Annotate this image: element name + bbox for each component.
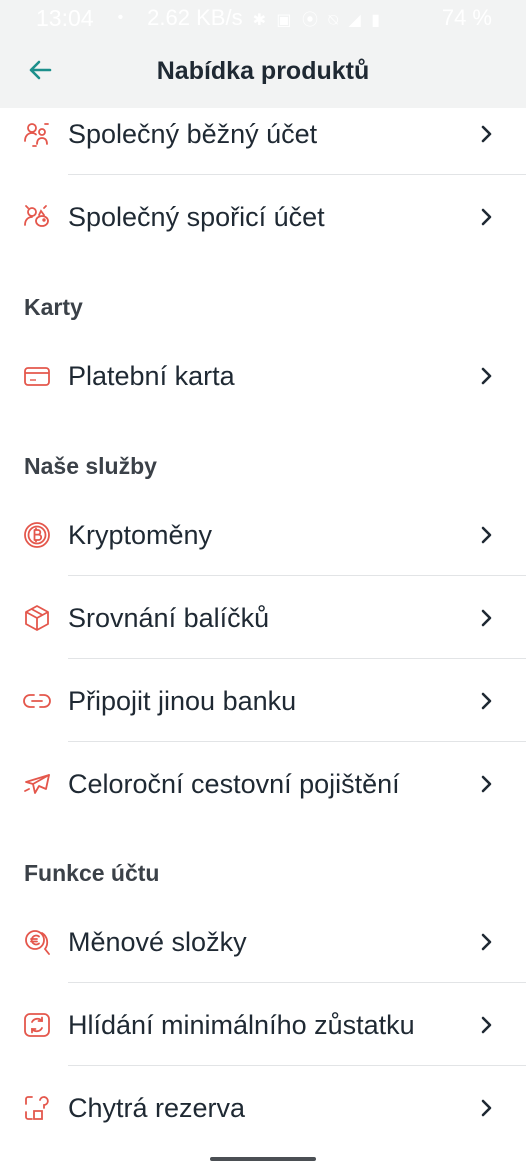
chevron-right-icon <box>476 690 498 712</box>
list-item-package-comparison[interactable]: Srovnání balíčků <box>0 577 526 659</box>
section-heading-account-features: Funkce účtu <box>24 860 160 886</box>
list-item-label: Měnové složky <box>68 926 247 957</box>
list-item-label: Společný běžný účet <box>68 118 318 149</box>
list-item-minimum-balance-watch[interactable]: Hlídání minimálního zůstatku <box>0 984 526 1066</box>
section-heading-services: Naše služby <box>24 453 157 479</box>
chevron-right-icon <box>476 524 498 546</box>
status-time: 13:04 <box>36 4 94 31</box>
chevron-right-icon <box>476 206 498 228</box>
status-network-speed: 2.62 KB/s <box>147 5 243 30</box>
bitcoin-icon <box>22 520 52 550</box>
chevron-right-icon <box>476 607 498 629</box>
chevron-right-icon <box>476 365 498 387</box>
section-heading-cards: Karty <box>24 294 83 320</box>
list-item-label: Společný spořicí účet <box>68 201 325 232</box>
back-button[interactable] <box>24 54 56 86</box>
list-item-payment-card[interactable]: Platební karta <box>0 335 526 417</box>
status-icons: ✱ ▣ ⦿ ⍉ ◢ ▮ <box>252 12 384 29</box>
status-battery: 74 % <box>441 5 492 30</box>
divider <box>68 982 526 983</box>
list-item-label: Celoroční cestovní pojištění <box>68 768 400 799</box>
status-dot: • <box>117 9 124 26</box>
divider <box>68 741 526 742</box>
list-item-currency-folders[interactable]: Měnové složky <box>0 901 526 983</box>
joint-savings-account-icon <box>22 202 52 232</box>
list-item-label: Platební karta <box>68 360 235 391</box>
list-item-label: Srovnání balíčků <box>68 602 270 633</box>
status-bar: 13:04 • 2.62 KB/s ✱ ▣ ⦿ ⍉ ◢ ▮ 74 % <box>0 0 526 36</box>
smart-reserve-icon <box>22 1093 52 1123</box>
joint-current-account-icon <box>22 119 52 149</box>
list-item-travel-insurance[interactable]: Celoroční cestovní pojištění <box>0 743 526 825</box>
list-item-label: Připojit jinou banku <box>68 685 297 716</box>
home-indicator[interactable] <box>210 1157 316 1161</box>
currency-folder-icon <box>22 927 52 957</box>
divider <box>68 174 526 175</box>
list-item-joint-current-account[interactable]: Společný běžný účet <box>0 93 526 175</box>
package-box-icon <box>22 603 52 633</box>
airplane-icon <box>22 769 52 799</box>
list-item-label: Hlídání minimálního zůstatku <box>68 1009 415 1040</box>
divider <box>68 1065 526 1066</box>
payment-card-icon <box>22 361 52 391</box>
top-bar: 13:04 • 2.62 KB/s ✱ ▣ ⦿ ⍉ ◢ ▮ 74 % Nabíd… <box>0 0 526 108</box>
list-item-label: Kryptoměny <box>68 519 213 550</box>
chevron-right-icon <box>476 1014 498 1036</box>
back-arrow-icon <box>29 60 52 80</box>
divider <box>68 658 526 659</box>
chevron-right-icon <box>476 931 498 953</box>
list-item-smart-reserve[interactable]: Chytrá rezerva <box>0 1067 526 1149</box>
balance-refresh-icon <box>22 1010 52 1040</box>
list-item-connect-other-bank[interactable]: Připojit jinou banku <box>0 660 526 742</box>
list-item-label: Chytrá rezerva <box>68 1092 246 1123</box>
divider <box>68 575 526 576</box>
link-icon <box>22 686 52 716</box>
chevron-right-icon <box>476 123 498 145</box>
list-item-cryptocurrencies[interactable]: Kryptoměny <box>0 494 526 576</box>
chevron-right-icon <box>476 773 498 795</box>
list-item-joint-savings-account[interactable]: Společný spořicí účet <box>0 176 526 258</box>
chevron-right-icon <box>476 1097 498 1119</box>
